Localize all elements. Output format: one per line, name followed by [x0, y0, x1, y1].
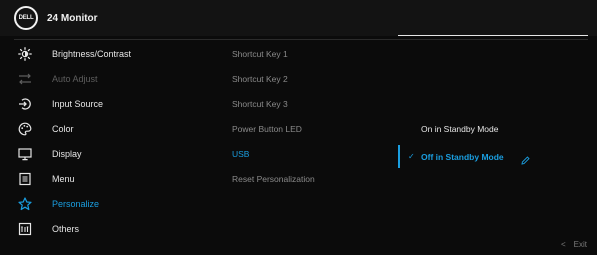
header: DELL 24 Monitor: [0, 0, 597, 36]
submenu-item-usb[interactable]: USB: [232, 141, 315, 166]
menu-label: Color: [52, 123, 74, 134]
logo-text: DELL: [18, 15, 34, 21]
exit-button[interactable]: < Exit: [561, 240, 587, 249]
others-icon: [18, 222, 32, 236]
option-label: Off in Standby Mode: [421, 151, 504, 162]
menu-label: Brightness/Contrast: [52, 48, 132, 59]
menu-label: Auto Adjust: [52, 73, 98, 84]
menu-label: Menu: [52, 173, 75, 184]
menu-item-personalize[interactable]: Personalize: [0, 191, 210, 216]
selection-bar: [398, 145, 400, 168]
submenu-item-shortcut-key-3[interactable]: Shortcut Key 3: [232, 91, 315, 116]
menu-label: Others: [52, 223, 80, 234]
main-menu: Brightness/Contrast Auto Adjust Input So…: [0, 41, 210, 241]
input-source-icon: [18, 97, 32, 111]
auto-adjust-icon: [18, 72, 32, 86]
menu-item-auto-adjust[interactable]: Auto Adjust: [0, 66, 210, 91]
exit-label: Exit: [573, 240, 588, 249]
header-accent-line: [398, 35, 588, 36]
menu-item-others[interactable]: Others: [0, 216, 210, 241]
chevron-left-icon: <: [561, 240, 566, 249]
menu-item-color[interactable]: Color: [0, 116, 210, 141]
osd-window: DELL 24 Monitor Brightness/Contrast Auto…: [0, 0, 597, 255]
submenu-item-power-button-led[interactable]: Power Button LED: [232, 116, 315, 141]
menu-item-input-source[interactable]: Input Source: [0, 91, 210, 116]
color-palette-icon: [18, 122, 32, 136]
submenu-item-reset-personalization[interactable]: Reset Personalization: [232, 166, 315, 191]
menu-item-display[interactable]: Display: [0, 141, 210, 166]
monitor-title: 24 Monitor: [47, 12, 98, 24]
dell-logo: DELL: [14, 6, 38, 30]
star-icon: [18, 196, 32, 211]
personalize-submenu: Shortcut Key 1 Shortcut Key 2 Shortcut K…: [232, 41, 315, 191]
menu-icon: [18, 172, 32, 186]
submenu-item-shortcut-key-1[interactable]: Shortcut Key 1: [232, 41, 315, 66]
display-icon: [18, 147, 32, 161]
menu-label: Personalize: [52, 198, 100, 209]
checkmark-icon: ✓: [408, 152, 415, 161]
menu-label: Display: [52, 148, 82, 159]
menu-item-brightness-contrast[interactable]: Brightness/Contrast: [0, 41, 210, 66]
pencil-icon: [521, 152, 530, 170]
option-off-in-standby[interactable]: ✓ Off in Standby Mode: [398, 144, 588, 169]
option-on-in-standby[interactable]: On in Standby Mode: [421, 124, 499, 134]
brightness-icon: [18, 46, 32, 61]
menu-item-menu[interactable]: Menu: [0, 166, 210, 191]
menu-label: Input Source: [52, 98, 104, 109]
submenu-item-shortcut-key-2[interactable]: Shortcut Key 2: [232, 66, 315, 91]
header-divider: [14, 39, 588, 40]
